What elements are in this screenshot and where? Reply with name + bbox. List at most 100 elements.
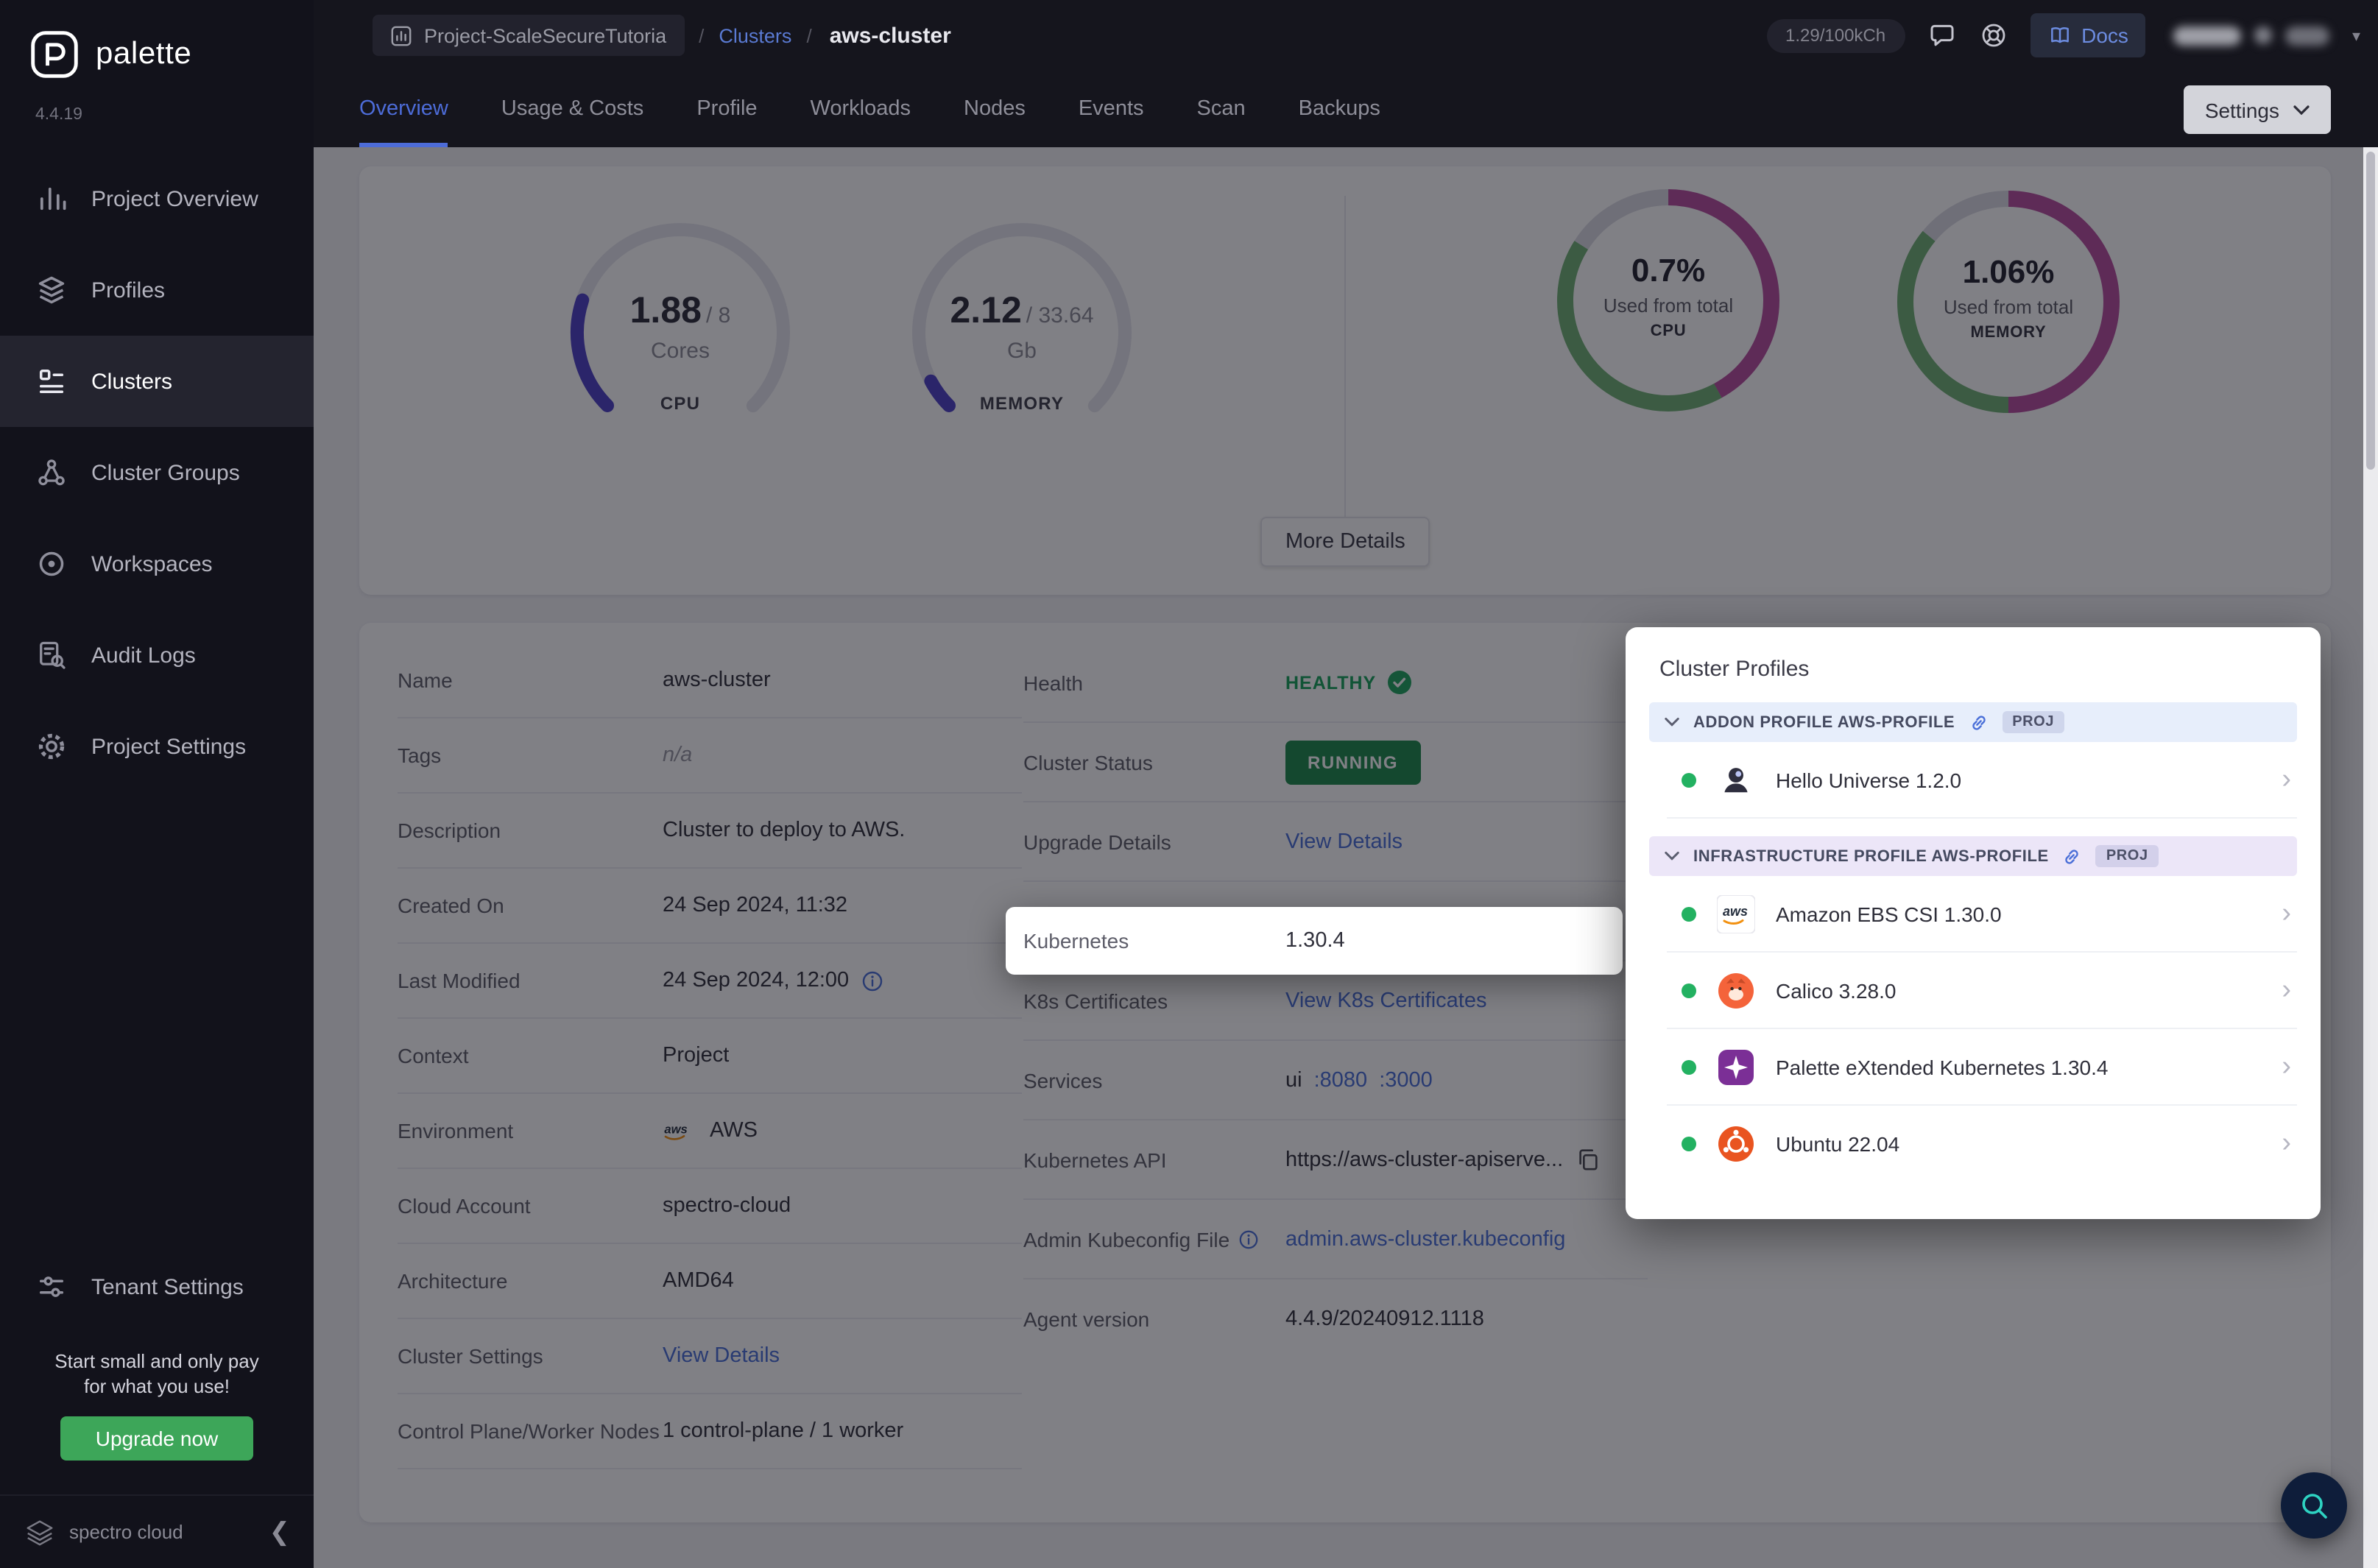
tab-usage-costs[interactable]: Usage & Costs	[501, 71, 643, 147]
chevron-down-icon	[2293, 105, 2310, 115]
breadcrumb-separator: /	[699, 24, 705, 46]
content-area: 1.88/ 8 Cores CPU 2.12/ 33.64 Gb MEMORY	[314, 147, 2378, 1568]
infrastructure-profile-header-text: INFRASTRUCTURE PROFILE AWS-PROFILE	[1693, 847, 2049, 865]
sidebar-menu: Project Overview Profiles Clusters Clust…	[0, 153, 314, 792]
chevron-right-icon: ›	[2282, 897, 2291, 928]
profile-pack-palette-extended-kubernetes[interactable]: Palette eXtended Kubernetes 1.30.4 ›	[1667, 1029, 2297, 1106]
tab-profile[interactable]: Profile	[696, 71, 757, 147]
breadcrumb-current-cluster: aws-cluster	[829, 23, 951, 48]
palette-logo-icon	[29, 29, 80, 80]
aws-icon: aws	[1717, 894, 1755, 933]
palette-logo: palette	[0, 0, 314, 80]
sidebar-item-label: Tenant Settings	[91, 1274, 244, 1299]
addon-profile-header-text: ADDON PROFILE AWS-PROFILE	[1693, 713, 1955, 731]
scrollbar-thumb[interactable]	[2366, 152, 2375, 470]
cluster-tabs: Overview Usage & Costs Profile Workloads…	[314, 71, 2378, 147]
redacted-blob	[2173, 26, 2242, 45]
sidebar-item-label: Clusters	[91, 369, 173, 394]
chat-icon	[1930, 24, 1953, 46]
kubernetes-label: Kubernetes	[1023, 929, 1129, 953]
app-window: palette 4.4.19 Project Overview Profiles…	[0, 0, 2378, 1568]
chevron-right-icon: ›	[2282, 763, 2291, 794]
pack-status-dot	[1682, 906, 1696, 921]
kubernetes-row[interactable]: Kubernetes 1.30.4	[1006, 907, 1623, 975]
sidebar-item-tenant-settings[interactable]: Tenant Settings	[0, 1241, 314, 1332]
overflow-caret-icon[interactable]: ▾	[2352, 26, 2360, 45]
tab-events[interactable]: Events	[1079, 71, 1144, 147]
bar-chart-icon	[40, 187, 66, 211]
help-button[interactable]	[1978, 21, 2008, 50]
cluster-profiles-panel: Cluster Profiles ADDON PROFILE AWS-PROFI…	[1626, 627, 2321, 1219]
breadcrumb-separator: /	[806, 24, 812, 46]
top-bar: Project-ScaleSecureTutoria / Clusters / …	[314, 0, 2378, 71]
sliders-icon	[39, 1276, 64, 1297]
promo-line-2: for what you use!	[84, 1375, 230, 1397]
spotlight-search-fab[interactable]	[2281, 1472, 2347, 1539]
sidebar-footer: spectro cloud ❮	[0, 1494, 314, 1568]
mini-chart-icon	[391, 25, 412, 46]
sidebar-item-audit-logs[interactable]: Audit Logs	[0, 610, 314, 701]
sidebar-item-clusters[interactable]: Clusters	[0, 336, 314, 427]
link-icon	[1972, 715, 1985, 730]
settings-dropdown-button[interactable]: Settings	[2184, 85, 2331, 134]
sidebar-item-label: Workspaces	[91, 551, 213, 576]
sidebar-item-cluster-groups[interactable]: Cluster Groups	[0, 427, 314, 518]
sidebar-item-label: Project Settings	[91, 734, 247, 759]
sidebar-collapse-icon[interactable]: ❮	[269, 1517, 291, 1547]
sidebar-item-label: Audit Logs	[91, 643, 196, 668]
sidebar-item-project-overview[interactable]: Project Overview	[0, 153, 314, 244]
tab-backups[interactable]: Backups	[1299, 71, 1380, 147]
scrollbar-track	[2363, 147, 2378, 1568]
chevron-right-icon: ›	[2282, 1128, 2291, 1159]
redacted-blob	[2254, 27, 2273, 44]
tab-nodes[interactable]: Nodes	[964, 71, 1026, 147]
profile-pack-amazon-ebs-csi[interactable]: aws Amazon EBS CSI 1.30.0 ›	[1667, 876, 2297, 953]
screenshot-viewport: palette 4.4.19 Project Overview Profiles…	[0, 0, 2378, 1568]
audit-logs-icon	[40, 641, 66, 669]
infrastructure-profile-header[interactable]: INFRASTRUCTURE PROFILE AWS-PROFILE PROJ	[1649, 836, 2297, 876]
svg-text:aws: aws	[1723, 903, 1748, 918]
main-area: Project-ScaleSecureTutoria / Clusters / …	[314, 0, 2378, 1568]
sidebar-item-project-settings[interactable]: Project Settings	[0, 701, 314, 792]
scope-badge: PROJ	[2095, 845, 2159, 867]
project-selector-chip[interactable]: Project-ScaleSecureTutoria	[373, 15, 685, 56]
profile-pack-hello-universe[interactable]: Hello Universe 1.2.0 ›	[1667, 742, 2297, 819]
kubernetes-version-value: 1.30.4	[1285, 929, 1345, 953]
gear-icon	[38, 733, 65, 760]
layers-icon	[38, 276, 65, 304]
clusters-icon	[39, 369, 64, 394]
breadcrumb-clusters-link[interactable]: Clusters	[719, 24, 791, 46]
tab-workloads[interactable]: Workloads	[811, 71, 911, 147]
workspaces-icon	[39, 551, 64, 576]
sidebar: palette 4.4.19 Project Overview Profiles…	[0, 0, 314, 1568]
tab-overview[interactable]: Overview	[359, 71, 448, 147]
cluster-profiles-title: Cluster Profiles	[1659, 657, 1810, 682]
promo-line-1: Start small and only pay	[54, 1350, 259, 1372]
upgrade-now-button[interactable]: Upgrade now	[60, 1416, 254, 1461]
project-chip-label: Project-ScaleSecureTutoria	[424, 24, 667, 46]
docs-button[interactable]: Docs	[2030, 13, 2146, 57]
spectro-cloud-brand: spectro cloud	[69, 1521, 183, 1543]
link-icon	[2066, 849, 2079, 864]
profile-pack-calico[interactable]: Calico 3.28.0 ›	[1667, 953, 2297, 1029]
redacted-area	[2173, 26, 2330, 45]
sidebar-item-label: Project Overview	[91, 186, 258, 211]
pack-status-dot	[1682, 983, 1696, 997]
profile-pack-ubuntu[interactable]: Ubuntu 22.04 ›	[1667, 1106, 2297, 1182]
sidebar-item-profiles[interactable]: Profiles	[0, 244, 314, 336]
magnifier-icon	[2301, 1493, 2326, 1518]
chat-button[interactable]	[1927, 21, 1956, 50]
lifebuoy-icon	[1981, 24, 2005, 47]
sidebar-item-workspaces[interactable]: Workspaces	[0, 518, 314, 610]
cluster-groups-icon	[38, 459, 65, 486]
chevron-down-icon	[1665, 717, 1679, 727]
app-version: 4.4.19	[35, 106, 82, 124]
pack-status-dot	[1682, 1059, 1696, 1074]
chevron-right-icon: ›	[2282, 1050, 2291, 1081]
usage-quota-pill: 1.29/100kCh	[1766, 18, 1905, 52]
sidebar-item-label: Profiles	[91, 278, 166, 303]
addon-profile-header[interactable]: ADDON PROFILE AWS-PROFILE PROJ	[1649, 702, 2297, 742]
ubuntu-icon	[1717, 1125, 1755, 1163]
tab-scan[interactable]: Scan	[1197, 71, 1246, 147]
calico-icon	[1717, 971, 1755, 1009]
